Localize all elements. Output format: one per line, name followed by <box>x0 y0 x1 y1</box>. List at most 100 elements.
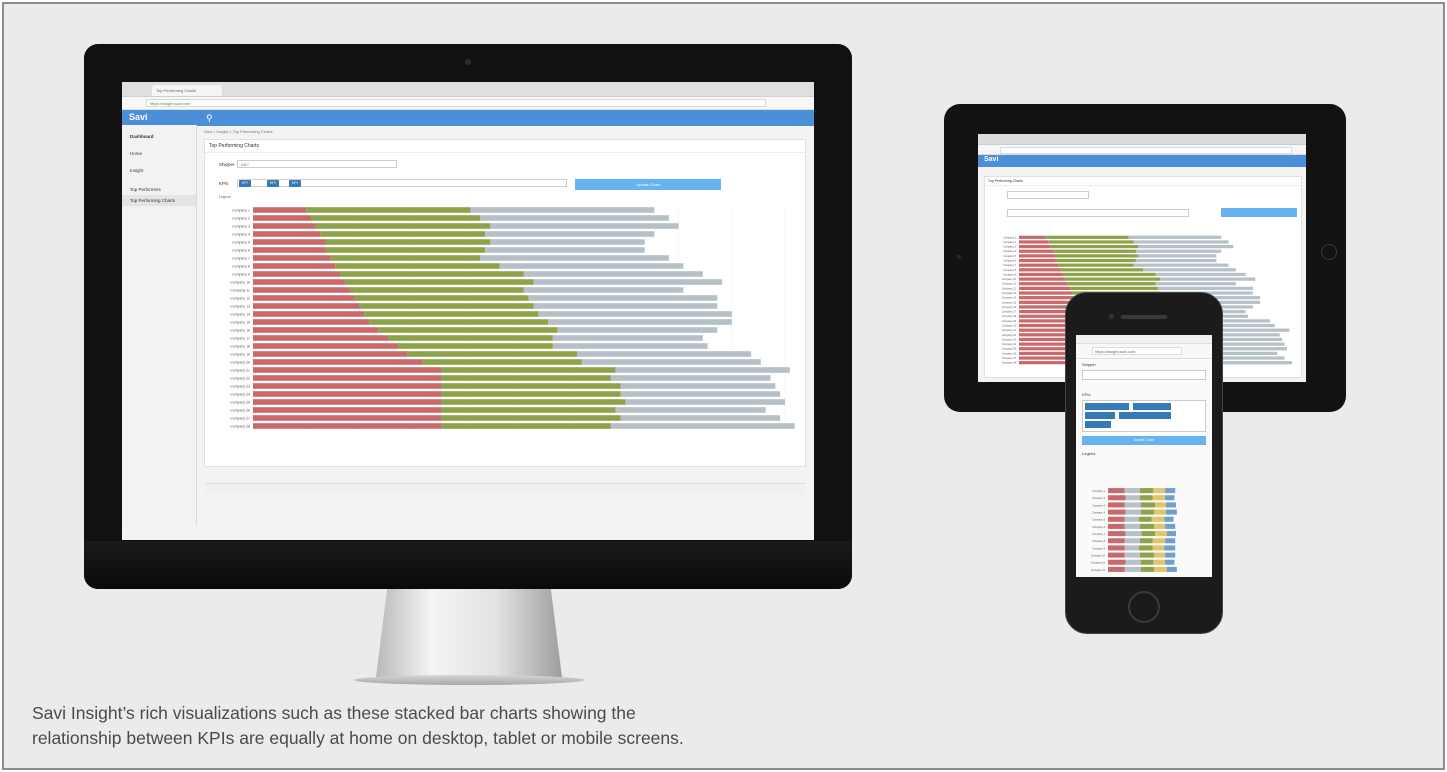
browser-tab-bar: Top Performing Charts <box>122 82 814 97</box>
category-label: Company 21 <box>230 369 250 373</box>
phone-kpi-chip[interactable] <box>1085 403 1129 410</box>
bar-segment <box>1165 509 1177 515</box>
kpi-field[interactable] <box>237 179 567 187</box>
shipper-field[interactable]: ABC <box>237 160 397 168</box>
bar-segment <box>1165 523 1176 529</box>
bar-segment <box>1165 538 1176 544</box>
phone-kpi-chip[interactable] <box>1133 403 1171 410</box>
search-icon[interactable]: ⚲ <box>206 113 220 123</box>
bar-segment <box>485 247 645 253</box>
bar-segment <box>253 239 326 245</box>
bar-segment <box>253 255 331 261</box>
bar-segment <box>533 279 723 285</box>
kpi-chip[interactable]: KPI <box>289 180 301 187</box>
tablet-update-button[interactable] <box>1221 208 1297 217</box>
bar-segment <box>354 295 529 301</box>
bar-segment <box>253 327 379 333</box>
bar-segment <box>1154 552 1166 558</box>
bar-segment <box>1155 272 1246 277</box>
sidebar-item-top-performing-charts[interactable]: Top Performing Charts <box>122 195 196 206</box>
category-label: Company 12 <box>1091 569 1106 572</box>
category-label: Company 8 <box>1003 269 1016 272</box>
update-chart-button[interactable]: Update Chart <box>575 179 721 190</box>
bar-segment <box>441 375 611 381</box>
tablet-kpi-field[interactable] <box>1007 209 1189 217</box>
bar-segment <box>422 359 582 365</box>
bar-segment <box>1143 268 1236 272</box>
bar-segment <box>441 423 611 429</box>
category-label: Company 7 <box>1003 264 1016 267</box>
bar-segment <box>1125 531 1142 537</box>
bar-segment <box>1124 566 1141 572</box>
phone-kpi-chip[interactable] <box>1085 421 1111 428</box>
phone-shipper-field[interactable] <box>1082 370 1206 380</box>
bar-segment <box>325 247 486 253</box>
category-label: Company 12 <box>1002 287 1017 290</box>
browser-tab[interactable]: Top Performing Charts <box>152 85 222 96</box>
kpi-chip[interactable]: KPI <box>239 180 251 187</box>
phone-speaker <box>1121 315 1167 319</box>
phone-update-button[interactable]: Update Chart <box>1082 436 1206 445</box>
bar-segment <box>1108 516 1125 522</box>
tablet-app-header: Savi <box>978 155 1306 167</box>
bar-segment <box>253 343 399 349</box>
bar-segment <box>330 255 481 261</box>
tablet-app-logo[interactable]: Savi <box>984 156 998 163</box>
bar-segment <box>253 223 316 229</box>
category-label: Company 13 <box>1002 292 1017 295</box>
url-field[interactable]: https://insight.savi.com <box>146 99 766 107</box>
bar-segment <box>253 407 442 413</box>
bar-segment <box>253 231 321 237</box>
caption-line-2: relationship between KPIs are equally at… <box>32 728 684 748</box>
bar-segment <box>1154 509 1166 515</box>
category-label: Company 9 <box>1003 273 1016 276</box>
bar-segment <box>1108 538 1125 544</box>
bar-segment <box>557 327 718 333</box>
category-label: Company 7 <box>1092 533 1105 536</box>
bar-segment <box>398 343 553 349</box>
phone-stacked-bar-chart: Company 1 Company 2 Company 3 Company 4 Comp… <box>1091 488 1177 572</box>
bar-segment <box>1133 263 1229 267</box>
category-label: Company 22 <box>1002 334 1017 337</box>
phone-kpi-field[interactable] <box>1082 400 1206 432</box>
sidebar-item-home[interactable]: Home <box>122 148 196 159</box>
category-label: Company 10 <box>230 281 250 285</box>
bar-segment <box>359 303 534 309</box>
breadcrumb[interactable]: Savi > Insight > Top Performing Charts <box>204 129 809 134</box>
category-label: Company 26 <box>230 409 250 413</box>
bar-segment <box>441 407 616 413</box>
tablet-shipper-field[interactable] <box>1007 191 1089 199</box>
category-label: Company 19 <box>1002 320 1017 323</box>
app-logo[interactable]: Savi <box>129 112 148 122</box>
bar-segment <box>489 239 645 245</box>
category-label: Company 3 <box>1003 246 1016 249</box>
bar-segment <box>1019 268 1061 272</box>
bar-segment <box>480 215 669 221</box>
bar-segment <box>253 207 307 213</box>
bar-segment <box>1139 516 1152 522</box>
bar-segment <box>620 415 781 421</box>
bar-segment <box>489 223 679 229</box>
bar-segment <box>528 295 718 301</box>
bar-segment <box>253 367 442 373</box>
bar-segment <box>253 215 312 221</box>
bar-segment <box>1050 244 1139 249</box>
category-label: Company 11 <box>1091 562 1106 565</box>
tablet-url-field[interactable] <box>1000 147 1292 154</box>
bar-segment <box>253 247 326 253</box>
tablet-address-bar <box>978 145 1306 155</box>
bar-segment <box>620 383 776 389</box>
bar-segment <box>315 223 490 229</box>
phone-url-field[interactable]: https://insight.savi.com <box>1092 347 1182 355</box>
phone-kpi-chip[interactable] <box>1119 412 1171 419</box>
bar-segment <box>1019 258 1056 263</box>
bar-segment <box>1124 488 1140 494</box>
category-label: Company 3 <box>1092 504 1105 507</box>
kpi-chip[interactable]: KPI <box>267 180 279 187</box>
phone-kpi-chip[interactable] <box>1085 412 1115 419</box>
bar-segment <box>581 359 761 365</box>
sidebar-item-dashboard[interactable]: Dashboard <box>122 131 196 142</box>
sidebar-item-insight[interactable]: Insight <box>122 165 196 176</box>
sidebar-item-top-performers[interactable]: Top Performers <box>122 184 196 195</box>
bar-segment <box>311 215 481 221</box>
